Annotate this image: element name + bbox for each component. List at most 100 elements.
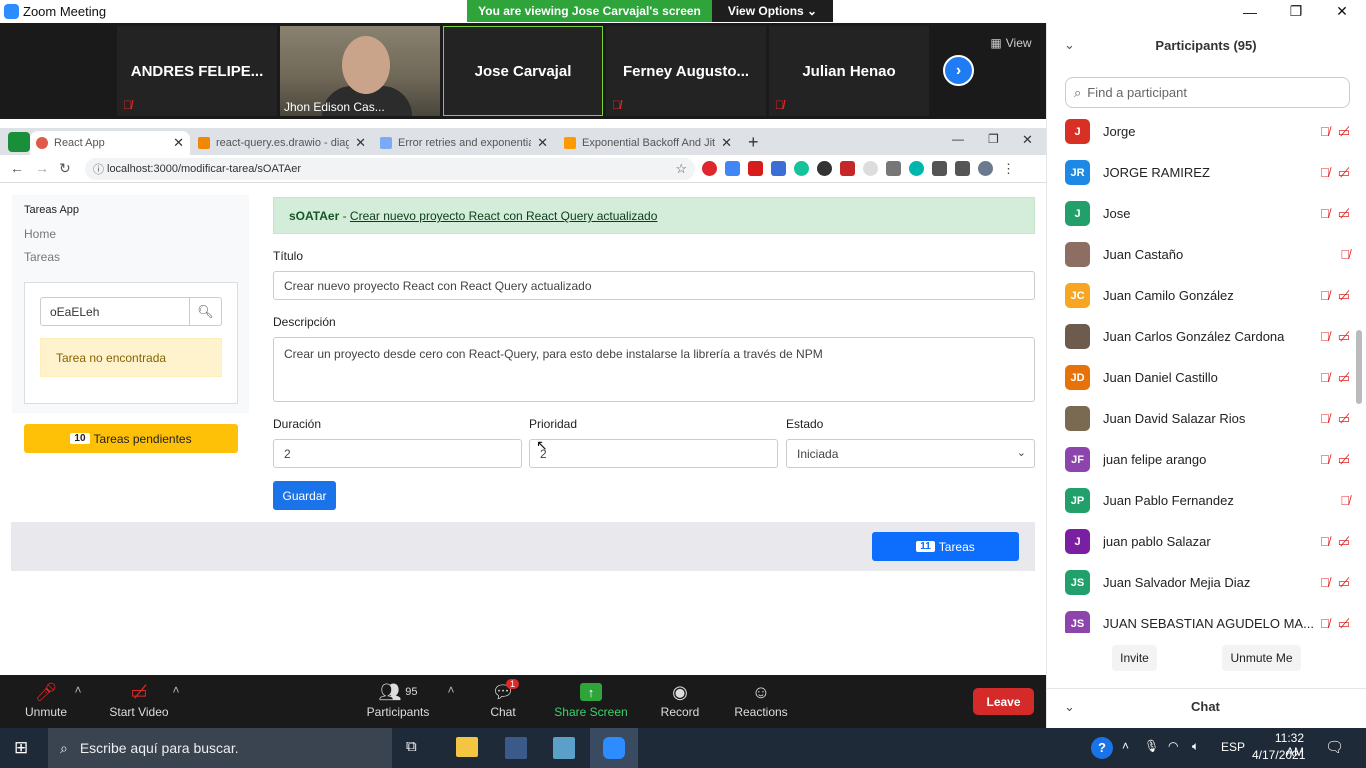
unmute-button[interactable]: 🎤︎ Unmute — [20, 679, 72, 720]
task-view-icon[interactable]: ⧉ — [406, 738, 417, 755]
windows-taskbar: ⊞ ⌕ Escribe aquí para buscar. ⧉ ? ˄ 🎙︎ ◠… — [0, 728, 1366, 768]
participant-status: 🎙̸ ▭̸ — [1320, 452, 1350, 468]
avatar — [1065, 242, 1090, 267]
participant-row[interactable]: JP Juan Pablo Fernandez 🎙̸ — [1065, 480, 1350, 521]
participants-icon: 👥︎ 95 — [378, 681, 418, 702]
participant-row[interactable]: Juan David Salazar Rios 🎙̸ ▭̸ — [1065, 398, 1350, 439]
participant-row[interactable]: JC Juan Camilo González 🎙̸ ▭̸ — [1065, 275, 1350, 316]
participant-status: 🎙̸ ▭̸ — [1320, 288, 1350, 304]
avatar: JC — [1065, 283, 1090, 308]
participant-row[interactable]: J Jorge 🎙̸ ▭̸ — [1065, 111, 1350, 152]
wifi-icon[interactable]: ◠ — [1168, 739, 1178, 753]
participant-row[interactable]: JD Juan Daniel Castillo 🎙̸ ▭̸ — [1065, 357, 1350, 398]
avatar: J — [1065, 119, 1090, 144]
participants-label: Participants — [366, 705, 430, 719]
muted-mic-icon: 🎙̸ — [1319, 123, 1330, 139]
reactions-icon: ☺ — [751, 681, 771, 702]
clock-date[interactable]: 4/17/2021 — [1252, 748, 1305, 762]
participant-status: 🎙̸ ▭̸ — [1320, 575, 1350, 591]
chevron-up-icon[interactable]: ˄ — [170, 683, 182, 697]
scrollbar[interactable] — [1356, 330, 1362, 404]
participant-row[interactable]: Jjuan pablo Salazar 🎙̸ ▭̸ — [1065, 521, 1350, 562]
participant-status: 🎙̸ ▭̸ — [1320, 616, 1350, 632]
tray-chevron-up-icon[interactable]: ˄ — [1122, 739, 1129, 753]
muted-mic-icon: 🎙̸ — [1319, 287, 1330, 303]
video-off-icon: ▭̸ — [1337, 615, 1350, 631]
app-icon[interactable] — [505, 737, 527, 759]
participant-name: Juan Pablo Fernandez — [1103, 493, 1234, 508]
participant-list: J Jorge 🎙̸ ▭̸ JR JORGE RAMIREZ 🎙̸ ▭̸ J Jose 🎙̸ ▭̸ Ju… — [0, 0, 1366, 633]
share-screen-button[interactable]: ↑ Share Screen — [554, 679, 628, 719]
video-off-icon: ▭̸ — [1337, 533, 1350, 549]
participant-row[interactable]: Juan Carlos González Cardona 🎙̸ ▭̸ — [1065, 316, 1350, 357]
participant-status: 🎙̸ ▭̸ — [1320, 370, 1350, 386]
start-video-button[interactable]: ▭̸ Start Video — [104, 679, 174, 720]
participant-status: 🎙̸ ▭̸ — [1320, 329, 1350, 345]
app-icon[interactable] — [553, 737, 575, 759]
invite-button[interactable]: Invite — [1112, 645, 1157, 671]
language-indicator[interactable]: ESP — [1221, 740, 1245, 754]
leave-button[interactable]: Leave — [973, 688, 1034, 715]
windows-search-box[interactable]: ⌕ Escribe aquí para buscar. — [48, 728, 392, 768]
participant-name: juan felipe arango — [1103, 452, 1207, 467]
chevron-down-icon: ⌄ — [1064, 699, 1075, 714]
reactions-button[interactable]: ☺ Reactions — [732, 679, 790, 720]
file-explorer-icon[interactable] — [456, 737, 478, 757]
muted-mic-icon: 🎙̸ — [1319, 328, 1330, 344]
participant-status: 🎙̸ ▭̸ — [1320, 124, 1350, 140]
record-button[interactable]: ◉ Record — [655, 679, 705, 720]
chat-header[interactable]: ⌄ Chat — [1046, 688, 1366, 726]
zoom-taskbar-button[interactable] — [590, 728, 638, 768]
participants-button[interactable]: 👥︎ 95 Participants — [362, 679, 434, 720]
muted-mic-icon: 🎙̸ — [1340, 247, 1350, 262]
participant-row[interactable]: JR JORGE RAMIREZ 🎙̸ ▭̸ — [1065, 152, 1350, 193]
muted-mic-icon: 🎙̸ — [1319, 205, 1330, 221]
chat-badge: 1 — [506, 679, 520, 689]
muted-mic-icon: 🎙̸ — [1319, 533, 1330, 549]
start-video-label: Start Video — [109, 705, 169, 719]
video-off-icon: ▭̸ — [1337, 410, 1350, 426]
volume-icon[interactable]: 🔈︎ — [1192, 739, 1199, 754]
video-off-icon: ▭̸ — [1337, 123, 1350, 139]
participant-row[interactable]: JS JUAN SEBASTIAN AGUDELO MA... 🎙̸ ▭̸ — [1065, 603, 1350, 633]
muted-mic-icon: 🎙̸ — [1319, 369, 1330, 385]
participants-count: 95 — [405, 686, 418, 698]
unmute-label: Unmute — [24, 705, 68, 719]
participant-status: 🎙̸ — [1340, 493, 1350, 508]
avatar: JS — [1065, 570, 1090, 595]
chat-title: Chat — [1191, 699, 1220, 714]
meeting-toolbar: 🎤︎ Unmute ˄ ▭̸ Start Video ˄ 👥︎ 95 Partic… — [0, 675, 1046, 728]
record-label: Record — [660, 705, 700, 719]
chevron-up-icon[interactable]: ˄ — [72, 683, 84, 697]
participant-status: 🎙̸ ▭̸ — [1320, 534, 1350, 550]
unmute-me-button[interactable]: Unmute Me — [1222, 645, 1301, 671]
participant-row[interactable]: J Jose 🎙̸ ▭̸ — [1065, 193, 1350, 234]
microphone-icon: 🎙︎ — [1144, 739, 1160, 753]
participant-row[interactable]: JF juan felipe arango 🎙̸ ▭̸ — [1065, 439, 1350, 480]
video-off-icon: ▭̸ — [130, 681, 148, 702]
participant-name: Juan Salvador Mejia Diaz — [1103, 575, 1251, 590]
help-icon[interactable]: ? — [1091, 737, 1113, 759]
muted-mic-icon: 🎙̸ — [1340, 493, 1350, 508]
share-screen-label: Share Screen — [554, 705, 628, 719]
participant-name: JUAN SEBASTIAN AGUDELO MA... — [1103, 616, 1314, 631]
chat-button[interactable]: 💬︎ Chat 1 — [483, 679, 523, 719]
participant-row[interactable]: JS Juan Salvador Mejia Diaz 🎙̸ ▭̸ — [1065, 562, 1350, 603]
zoom-icon — [603, 737, 625, 759]
video-off-icon: ▭̸ — [1337, 574, 1350, 590]
muted-mic-icon: 🎤︎ — [34, 681, 58, 702]
chevron-up-icon[interactable]: ˄ — [445, 683, 457, 697]
participant-name: Juan David Salazar Rios — [1103, 411, 1246, 426]
reactions-label: Reactions — [734, 705, 788, 719]
participant-name: Jorge — [1103, 124, 1136, 139]
participant-name: Juan Daniel Castillo — [1103, 370, 1218, 385]
participant-row[interactable]: Juan Castaño 🎙̸ — [1065, 234, 1350, 275]
search-icon: ⌕ — [60, 739, 68, 756]
avatar: JP — [1065, 488, 1090, 513]
muted-mic-icon: 🎙̸ — [1319, 451, 1330, 467]
windows-start-icon[interactable]: ⊞ — [14, 738, 28, 758]
avatar: JS — [1065, 611, 1090, 633]
notifications-icon[interactable]: 🗨︎ — [1325, 738, 1344, 756]
record-icon: ◉ — [672, 681, 688, 702]
windows-search-placeholder: Escribe aquí para buscar. — [79, 740, 239, 756]
